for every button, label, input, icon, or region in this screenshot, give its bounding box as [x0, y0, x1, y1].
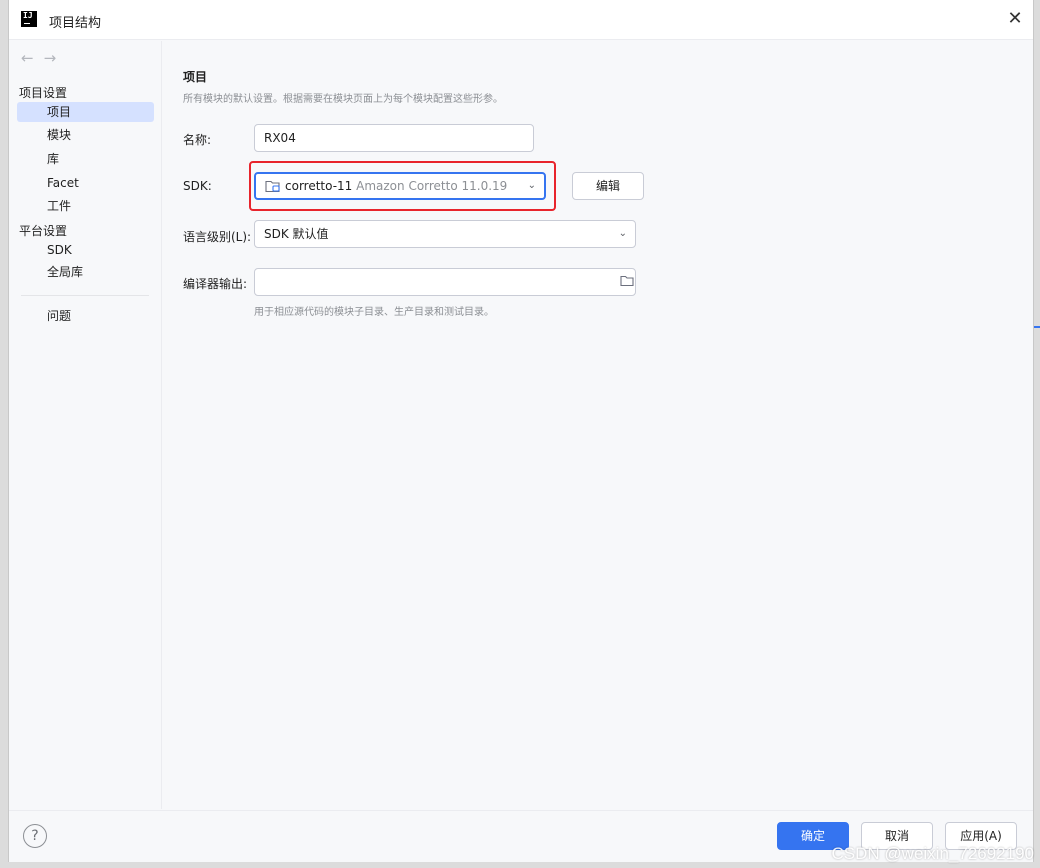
sidebar-item-facet[interactable]: Facet: [17, 173, 154, 193]
sidebar-item-libraries[interactable]: 库: [17, 149, 154, 169]
sdk-folder-icon: [265, 180, 280, 193]
chevron-down-icon: ⌄: [618, 228, 627, 239]
sidebar-divider: [21, 295, 149, 296]
compiler-output-label: 编译器输出:: [183, 277, 248, 291]
close-icon[interactable]: ✕: [1005, 9, 1025, 29]
sdk-combobox[interactable]: corretto-11 Amazon Corretto 11.0.19 ⌄: [254, 172, 546, 200]
compiler-output-hint: 用于相应源代码的模块子目录、生产目录和测试目录。: [254, 307, 494, 318]
section-platform-settings: 平台设置: [19, 224, 68, 238]
sdk-name: corretto-11: [285, 179, 353, 193]
section-project-settings: 项目设置: [19, 86, 68, 100]
language-level-value: SDK 默认值: [264, 227, 329, 241]
sidebar-item-sdk[interactable]: SDK: [17, 240, 154, 260]
edit-sdk-button[interactable]: 编辑: [572, 172, 644, 200]
back-arrow-icon[interactable]: ←: [21, 49, 34, 67]
title-bar: IJ 项目结构 ✕: [9, 0, 1033, 40]
sidebar: ← → 项目设置 项目 模块 库 Facet 工件 平台设置 SDK 全局库 问题: [9, 41, 162, 809]
browse-folder-icon[interactable]: [620, 275, 634, 287]
name-label: 名称:: [183, 133, 212, 147]
intellij-logo-icon: IJ: [21, 11, 37, 27]
page-title: 项目: [183, 70, 208, 84]
chevron-down-icon: ⌄: [527, 180, 536, 191]
sidebar-item-global-libraries[interactable]: 全局库: [17, 262, 154, 282]
compiler-output-input[interactable]: [254, 268, 636, 296]
sidebar-item-artifacts[interactable]: 工件: [17, 196, 154, 216]
page-description: 所有模块的默认设置。根据需要在模块页面上为每个模块配置这些形参。: [183, 94, 503, 105]
sidebar-item-project[interactable]: 项目: [17, 102, 154, 122]
language-level-label: 语言级别(L):: [183, 230, 252, 244]
sidebar-item-modules[interactable]: 模块: [17, 125, 154, 145]
project-structure-dialog: IJ 项目结构 ✕ ← → 项目设置 项目 模块 库 Facet 工件 平台设置 …: [8, 0, 1034, 862]
nav-arrows: ← →: [21, 49, 66, 67]
sdk-label: SDK:: [183, 179, 212, 193]
background-accent-line: [1034, 326, 1040, 328]
window-title: 项目结构: [49, 16, 102, 31]
sidebar-item-problems[interactable]: 问题: [17, 306, 154, 326]
sdk-detail: Amazon Corretto 11.0.19: [356, 179, 508, 193]
help-icon[interactable]: ?: [23, 824, 47, 848]
forward-arrow-icon[interactable]: →: [44, 49, 57, 67]
name-input[interactable]: RX04: [254, 124, 534, 152]
main-panel: 项目 所有模块的默认设置。根据需要在模块页面上为每个模块配置这些形参。 名称: …: [163, 41, 1033, 809]
watermark: CSDN @weixin_72692190: [831, 844, 1034, 863]
language-level-combobox[interactable]: SDK 默认值 ⌄: [254, 220, 636, 248]
